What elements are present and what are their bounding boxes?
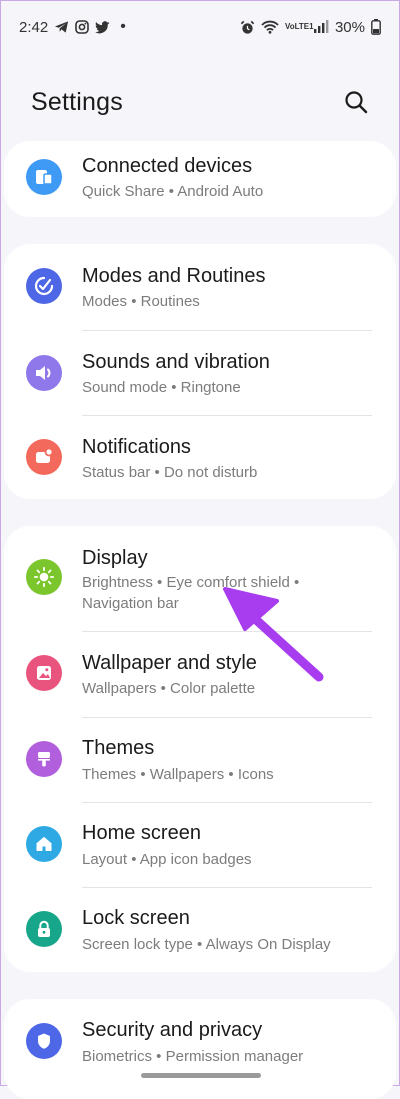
item-title: Home screen	[82, 822, 201, 844]
connected-devices-icon	[26, 159, 62, 195]
item-title: Notifications	[82, 436, 191, 458]
shield-icon	[26, 1023, 62, 1059]
status-time: 2:42	[19, 18, 49, 36]
item-subtitle: Sound mode • Ringtone	[82, 379, 241, 396]
header: Settings	[1, 79, 399, 125]
item-subtitle: Themes • Wallpapers • Icons	[82, 766, 274, 783]
settings-item-sounds-vibration[interactable]: Sounds and vibration Sound mode • Ringto…	[4, 330, 396, 416]
settings-item-lock-screen[interactable]: Lock screen Screen lock type • Always On…	[4, 887, 396, 972]
status-bar: 2:42 • VoLTE1 30%	[1, 1, 399, 53]
settings-item-display[interactable]: Display Brightness • Eye comfort shield …	[4, 526, 396, 631]
card-connectivity: Connected devices Quick Share • Android …	[4, 141, 396, 217]
battery-percent: 30%	[334, 18, 365, 36]
search-icon	[345, 91, 368, 114]
volte-label: VoLTE1	[284, 22, 314, 31]
card-security: Security and privacy Biometrics • Permis…	[4, 999, 396, 1099]
item-title: Security and privacy	[82, 1019, 263, 1041]
wifi-icon	[261, 20, 279, 34]
telegram-icon	[55, 21, 69, 33]
card-modes-sounds: Modes and Routines Modes • Routines Soun…	[4, 244, 396, 499]
item-subtitle: Screen lock type • Always On Display	[82, 936, 331, 953]
item-title: Themes	[82, 737, 155, 759]
page-title: Settings	[31, 87, 123, 116]
item-title: Display	[82, 547, 148, 569]
item-subtitle: Modes • Routines	[82, 293, 200, 310]
item-title: Sounds and vibration	[82, 351, 270, 373]
item-subtitle: Layout • App icon badges	[82, 851, 252, 868]
settings-item-wallpaper-style[interactable]: Wallpaper and style Wallpapers • Color p…	[4, 631, 396, 717]
status-right: VoLTE1 30%	[240, 19, 381, 36]
search-button[interactable]	[341, 87, 371, 117]
wallpaper-icon	[26, 655, 62, 691]
item-subtitle: Biometrics • Permission manager	[82, 1048, 304, 1065]
home-icon	[26, 826, 62, 862]
display-sun-icon	[26, 559, 62, 595]
settings-item-themes[interactable]: Themes Themes • Wallpapers • Icons	[4, 717, 396, 802]
lock-icon	[26, 911, 62, 947]
status-dot: •	[120, 18, 126, 35]
instagram-icon	[75, 20, 90, 34]
item-subtitle: Status bar • Do not disturb	[82, 464, 258, 481]
card-display-lock: Display Brightness • Eye comfort shield …	[4, 526, 396, 972]
signal-icon	[313, 20, 329, 33]
battery-icon	[371, 19, 381, 35]
settings-item-notifications[interactable]: Notifications Status bar • Do not distur…	[4, 415, 396, 499]
volume-icon	[26, 355, 62, 391]
notifications-icon	[26, 439, 62, 475]
annotation-arrow-icon	[223, 587, 324, 682]
themes-brush-icon	[26, 741, 62, 777]
twitter-icon	[95, 20, 110, 33]
item-subtitle: Quick Share • Android Auto	[82, 183, 264, 200]
item-title: Lock screen	[82, 907, 190, 929]
settings-item-modes-routines[interactable]: Modes and Routines Modes • Routines	[4, 244, 396, 330]
settings-item-connected-devices[interactable]: Connected devices Quick Share • Android …	[4, 141, 396, 217]
settings-item-home-screen[interactable]: Home screen Layout • App icon badges	[4, 802, 396, 887]
status-left: 2:42 •	[19, 18, 126, 36]
item-title: Modes and Routines	[82, 265, 266, 287]
home-indicator[interactable]	[141, 1073, 261, 1078]
item-title: Connected devices	[82, 155, 253, 177]
alarm-icon	[240, 20, 255, 34]
modes-routines-icon	[26, 268, 62, 304]
